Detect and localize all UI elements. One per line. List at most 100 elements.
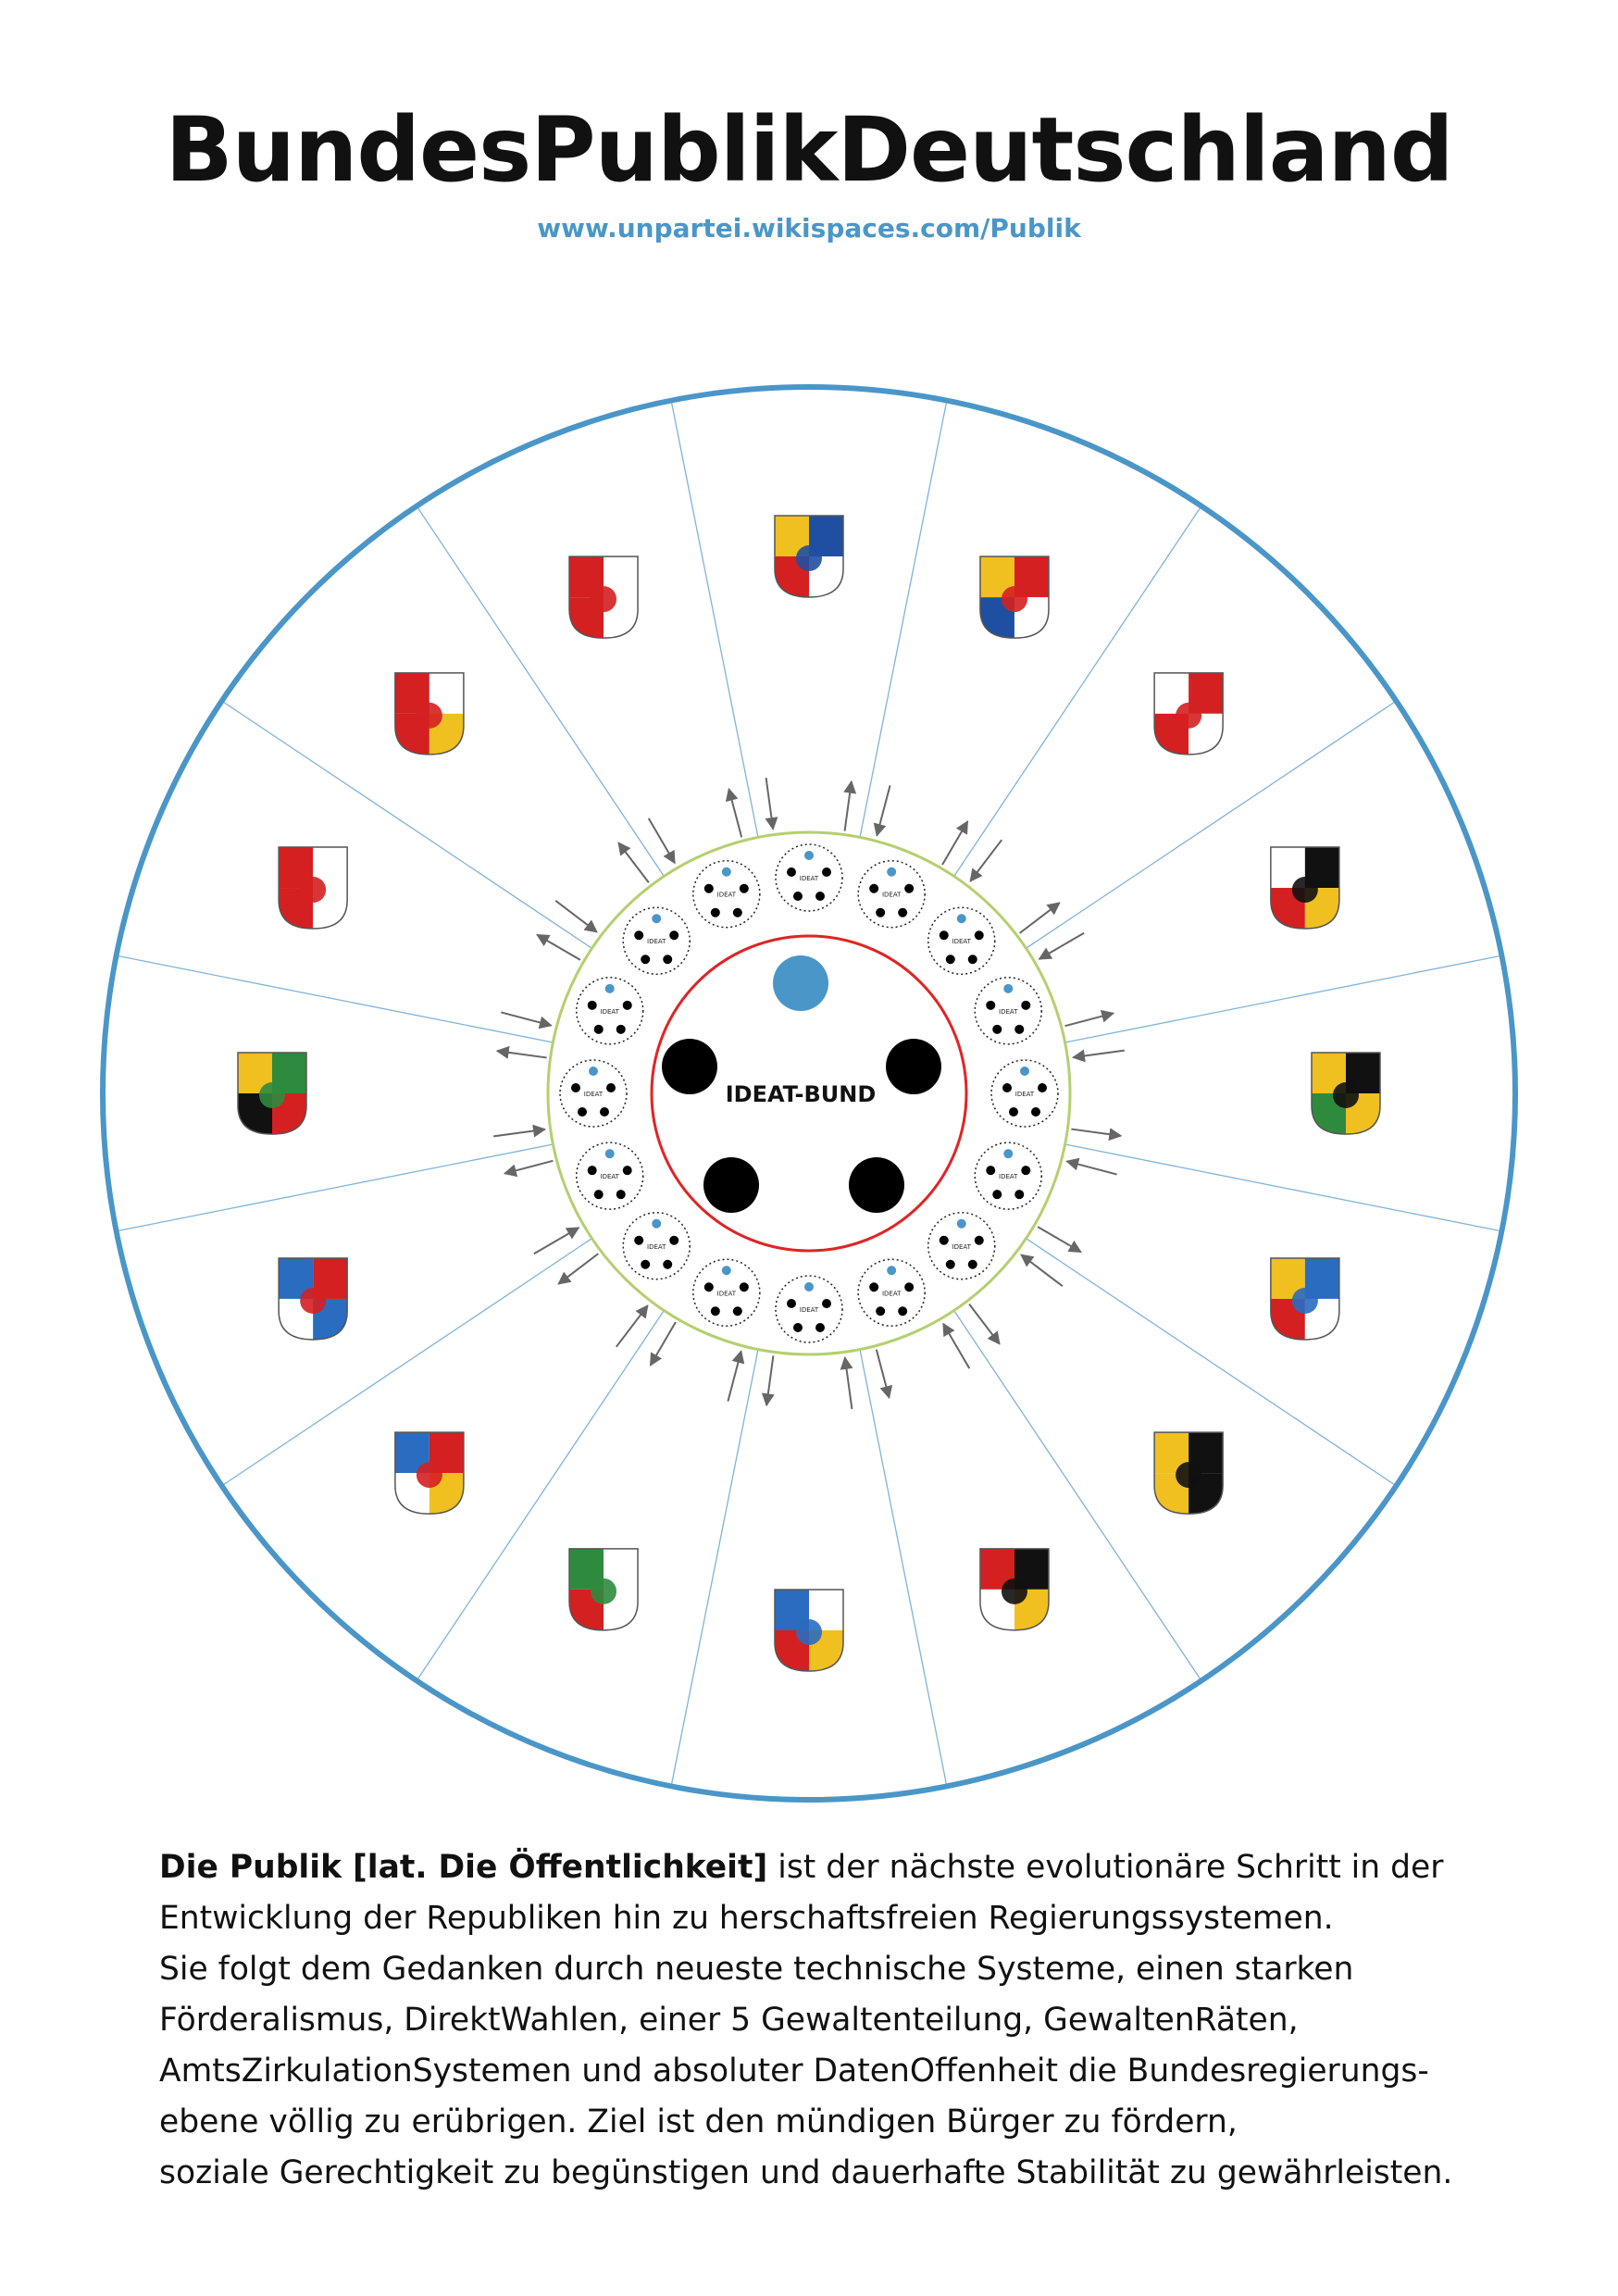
paragraph-text: soziale Gerechtigkeit zu begünstigen und… (159, 2154, 1453, 2191)
sector-divider (1064, 1143, 1500, 1231)
paragraph-text: AmtsZirkulationSystemen und absoluter Da… (159, 2053, 1429, 2090)
paragraph-text: ebene völlig zu erübrigen. Ziel ist den … (159, 2103, 1238, 2140)
ideat-node-blue (956, 914, 966, 924)
sector-divider (671, 403, 759, 838)
bund-node-black (849, 1157, 904, 1213)
ideat-node-black (876, 907, 886, 917)
bund-node-black (886, 1039, 941, 1094)
paragraph-text: Entwicklung der Republiken hin zu hersch… (159, 1900, 1334, 1937)
sector-divider (671, 1349, 759, 1784)
description-paragraph: Die Publik [lat. Die Öffentlichkeit] ist… (159, 1842, 1529, 2199)
incoming-arrow (765, 778, 778, 831)
ideat-unit-label: IDEAT (882, 892, 902, 899)
outgoing-arrow (503, 1159, 554, 1178)
ideat-node-black (622, 1000, 632, 1010)
coat-of-arms-mecklenburg-vorpommern (979, 555, 1050, 639)
outgoing-arrow (495, 1045, 547, 1059)
ideat-node-black (787, 1299, 796, 1308)
ideat-unit: IDEAT (857, 1258, 926, 1328)
ideat-node-black (1009, 1107, 1018, 1117)
ideat-node-blue (804, 851, 814, 860)
ideat-unit: IDEAT (927, 906, 996, 975)
ideat-node-black (578, 1107, 587, 1117)
ideat-unit: IDEAT (575, 977, 644, 1045)
ideat-node-black (587, 1166, 597, 1176)
ideat-node-black (1014, 1190, 1025, 1200)
ideat-node-black (992, 1024, 1002, 1034)
paragraph-line: Förderalismus, DirektWahlen, einer 5 Gew… (159, 1995, 1529, 2046)
ideat-node-blue (887, 867, 897, 877)
ideat-node-blue (721, 867, 731, 877)
ideat-node-blue (652, 1218, 662, 1229)
coat-of-arms-nordrhein-westfalen (568, 1548, 639, 1631)
ideat-node-black (945, 955, 955, 965)
outgoing-arrow (875, 1349, 893, 1400)
outgoing-arrow (557, 1253, 599, 1285)
ideat-node-black (732, 1306, 742, 1316)
ideat-unit: IDEAT (622, 906, 691, 975)
coat-of-arms-bremen (394, 672, 465, 755)
paragraph-line: Entwicklung der Republiken hin zu hersch… (159, 1893, 1529, 1944)
ideat-node-black (939, 930, 949, 941)
ideat-node-black (669, 930, 679, 941)
ideat-node-blue (956, 1218, 966, 1229)
ideat-node-black (710, 1306, 720, 1316)
ideat-node-black (1038, 1083, 1047, 1092)
ideat-node-black (793, 1323, 803, 1332)
paragraph-lead: Die Publik [lat. Die Öffentlichkeit] (159, 1849, 768, 1886)
incoming-arrow (873, 785, 891, 837)
ideat-node-black (1021, 1166, 1031, 1176)
coat-of-arms-rheinland-pfalz (979, 1548, 1050, 1631)
ideat-node-black (1014, 1024, 1025, 1034)
ideat-unit: IDEAT (857, 859, 926, 929)
ideat-node-black (703, 1282, 714, 1292)
paragraph-text: Sie folgt dem Gedanken durch neueste tec… (159, 1951, 1354, 1988)
coat-of-arms-hessen (394, 1431, 465, 1515)
ideat-node-blue (1020, 1067, 1029, 1076)
ideat-node-black (869, 883, 879, 893)
ideat-node-black (967, 1259, 977, 1269)
paragraph-line: Sie folgt dem Gedanken durch neueste tec… (159, 1944, 1529, 1995)
ideat-node-blue (604, 1149, 615, 1159)
ideat-node-black (945, 1259, 955, 1269)
ideat-node-black (1031, 1107, 1040, 1117)
ideat-node-black (703, 883, 714, 893)
incoming-arrow (942, 1322, 971, 1369)
ideat-node-black (616, 1190, 626, 1200)
ideat-unit-label: IDEAT (647, 1243, 666, 1251)
ideat-unit: IDEAT (990, 1059, 1059, 1128)
ideat-node-black (822, 1299, 831, 1308)
ideat-node-black (739, 1282, 749, 1292)
ideat-node-black (1002, 1083, 1012, 1092)
paragraph-line: soziale Gerechtigkeit zu begünstigen und… (159, 2148, 1529, 2199)
coat-of-arms-saarland (774, 1589, 844, 1672)
coat-of-arms-bayern (1270, 1257, 1340, 1341)
incoming-arrow (840, 1355, 853, 1409)
incoming-arrow (533, 1227, 580, 1255)
ideat-node-black (710, 907, 720, 917)
coat-of-arms-brandenburg (1153, 672, 1224, 755)
incoming-arrow (615, 1304, 649, 1348)
ideat-unit-label: IDEAT (1015, 1091, 1035, 1098)
ideat-node-blue (604, 983, 615, 993)
ideat-node-black (641, 1259, 651, 1269)
ideat-node-black (606, 1083, 616, 1092)
ideat-node-black (622, 1166, 632, 1176)
incoming-arrow (493, 1124, 547, 1138)
ideat-unit: IDEAT (622, 1212, 691, 1280)
outgoing-arrow (941, 820, 969, 866)
ideat-node-black (600, 1107, 609, 1117)
ideat-unit-label: IDEAT (601, 1173, 620, 1180)
coat-of-arms-hamburg (568, 555, 639, 639)
ideat-unit-label: IDEAT (999, 1173, 1018, 1180)
outgoing-arrow (843, 780, 857, 831)
ideat-node-black (815, 1323, 825, 1332)
ideat-node-black (822, 867, 831, 877)
incoming-arrow (554, 899, 598, 933)
ideat-node-black (974, 930, 984, 941)
paragraph-text: Förderalismus, DirektWahlen, einer 5 Gew… (159, 2002, 1299, 2039)
ideat-node-black (793, 892, 803, 901)
ideat-unit: IDEAT (559, 1059, 628, 1128)
ideat-node-black (898, 1306, 908, 1316)
ideat-unit-label: IDEAT (800, 1306, 819, 1314)
